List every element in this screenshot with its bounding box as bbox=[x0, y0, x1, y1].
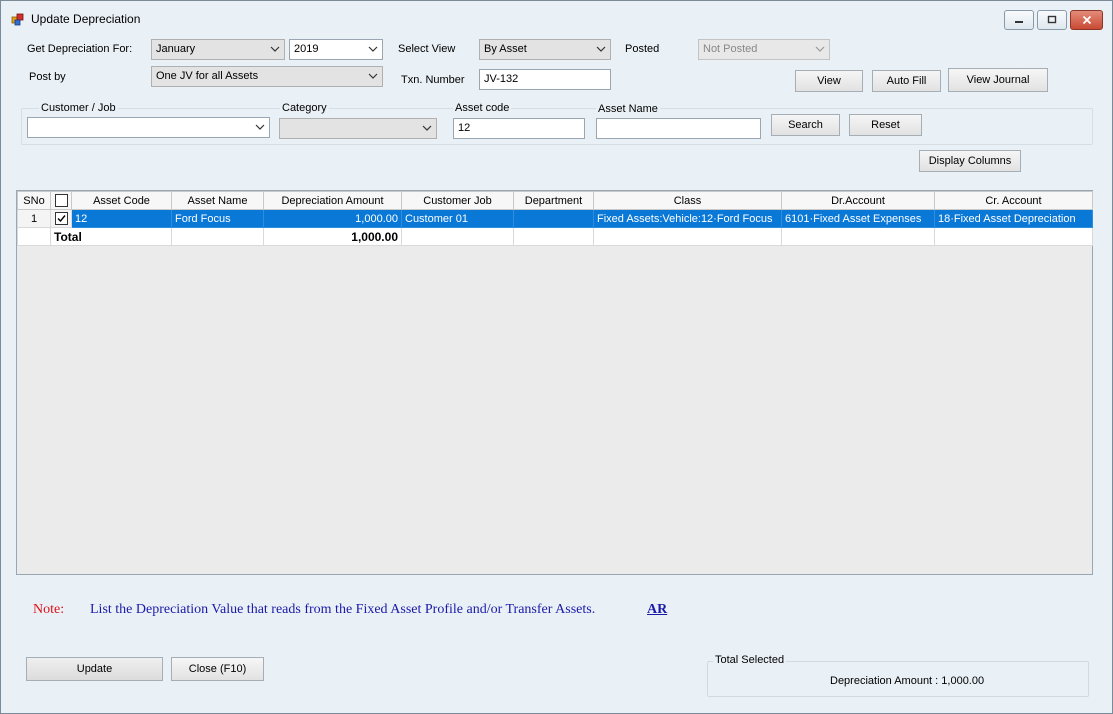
chevron-down-icon bbox=[270, 46, 280, 52]
col-asset-code[interactable]: Asset Code bbox=[71, 191, 172, 210]
row-asset-name[interactable]: Ford Focus bbox=[171, 209, 264, 228]
row-checkbox-cell[interactable] bbox=[50, 209, 72, 228]
col-depreciation-amount[interactable]: Depreciation Amount bbox=[263, 191, 402, 210]
note-text: List the Depreciation Value that reads f… bbox=[90, 602, 596, 617]
chevron-down-icon bbox=[596, 46, 606, 52]
post-by-select[interactable]: One JV for all Assets bbox=[151, 66, 383, 87]
txn-number-value: JV-132 bbox=[484, 73, 519, 85]
col-customer-job[interactable]: Customer Job bbox=[401, 191, 514, 210]
chevron-down-icon bbox=[368, 73, 378, 79]
close-button[interactable]: Close (F10) bbox=[171, 657, 264, 681]
maximize-button[interactable] bbox=[1037, 10, 1067, 30]
month-select[interactable]: January bbox=[151, 39, 285, 60]
total-row: Total 1,000.00 bbox=[17, 227, 1093, 246]
year-value: 2019 bbox=[294, 43, 319, 55]
total-selected-label: Total Selected bbox=[713, 654, 787, 666]
display-columns-button[interactable]: Display Columns bbox=[919, 150, 1021, 172]
total-label: Total bbox=[50, 227, 172, 246]
col-class[interactable]: Class bbox=[593, 191, 782, 210]
category-label: Category bbox=[280, 102, 329, 114]
chevron-down-icon bbox=[815, 46, 825, 52]
total-empty-cell bbox=[934, 227, 1093, 246]
close-window-button[interactable] bbox=[1070, 10, 1103, 30]
window-title: Update Depreciation bbox=[31, 12, 141, 26]
col-dr-account[interactable]: Dr.Account bbox=[781, 191, 935, 210]
minimize-button[interactable] bbox=[1004, 10, 1034, 30]
year-select[interactable]: 2019 bbox=[289, 39, 383, 60]
reset-button[interactable]: Reset bbox=[849, 114, 922, 136]
restore-icon bbox=[1047, 15, 1057, 24]
txn-number-input[interactable]: JV-132 bbox=[479, 69, 611, 90]
customer-job-label: Customer / Job bbox=[39, 102, 118, 114]
update-depreciation-window: Update Depreciation Get Depreciation For… bbox=[0, 0, 1113, 714]
month-value: January bbox=[156, 43, 196, 55]
total-amount: 1,000.00 bbox=[263, 227, 402, 246]
asset-code-input[interactable]: 12 bbox=[453, 118, 585, 139]
close-icon bbox=[1082, 15, 1091, 25]
view-journal-button[interactable]: View Journal bbox=[948, 68, 1048, 92]
depreciation-grid[interactable]: SNo Asset Code Asset Name Depreciation A… bbox=[16, 190, 1093, 575]
chevron-down-icon bbox=[422, 125, 432, 131]
select-all-checkbox[interactable] bbox=[54, 194, 68, 207]
row-class[interactable]: Fixed Assets:Vehicle:12·Ford Focus bbox=[593, 209, 782, 228]
col-asset-name[interactable]: Asset Name bbox=[171, 191, 264, 210]
get-depreciation-for-label: Get Depreciation For: bbox=[27, 43, 133, 55]
asset-name-label: Asset Name bbox=[596, 103, 660, 115]
note-label: Note: bbox=[33, 602, 65, 617]
select-view-dropdown[interactable]: By Asset bbox=[479, 39, 611, 60]
title-bar: Update Depreciation bbox=[1, 1, 1112, 37]
row-sno: 1 bbox=[17, 209, 51, 228]
app-icon bbox=[11, 13, 24, 26]
txn-number-label: Txn. Number bbox=[401, 74, 465, 86]
checkmark-icon bbox=[57, 215, 66, 223]
total-empty-cell bbox=[401, 227, 514, 246]
posted-dropdown: Not Posted bbox=[698, 39, 830, 60]
selected-depreciation-amount: Depreciation Amount : 1,000.00 bbox=[830, 675, 985, 687]
chevron-down-icon bbox=[368, 46, 378, 52]
posted-value: Not Posted bbox=[703, 43, 758, 55]
total-row-header bbox=[17, 227, 51, 246]
col-department[interactable]: Department bbox=[513, 191, 594, 210]
row-cr-account[interactable]: 18·Fixed Asset Depreciation bbox=[934, 209, 1093, 228]
select-view-value: By Asset bbox=[484, 43, 527, 55]
row-checkbox[interactable] bbox=[54, 212, 68, 225]
col-cr-account[interactable]: Cr. Account bbox=[934, 191, 1093, 210]
asset-code-label: Asset code bbox=[453, 102, 512, 114]
col-sno[interactable]: SNo bbox=[17, 191, 51, 210]
col-select-all[interactable] bbox=[50, 191, 72, 210]
row-asset-code[interactable]: 12 bbox=[71, 209, 172, 228]
total-empty-cell bbox=[171, 227, 264, 246]
total-empty-cell bbox=[593, 227, 782, 246]
row-customer-job[interactable]: Customer 01 bbox=[401, 209, 514, 228]
total-empty-cell bbox=[781, 227, 935, 246]
table-row[interactable]: 1 12 Ford Focus 1,000.00 Customer 01 Fix… bbox=[17, 209, 1093, 228]
customer-job-select[interactable] bbox=[27, 117, 270, 138]
post-by-label: Post by bbox=[29, 71, 66, 83]
row-dr-account[interactable]: 6101·Fixed Asset Expenses bbox=[781, 209, 935, 228]
posted-label: Posted bbox=[625, 43, 660, 55]
minimize-icon bbox=[1015, 21, 1023, 23]
post-by-value: One JV for all Assets bbox=[156, 70, 259, 82]
row-depreciation-amount[interactable]: 1,000.00 bbox=[263, 209, 402, 228]
search-button[interactable]: Search bbox=[771, 114, 840, 136]
grid-header-row: SNo Asset Code Asset Name Depreciation A… bbox=[17, 191, 1093, 210]
row-department[interactable] bbox=[513, 209, 594, 228]
total-empty-cell bbox=[513, 227, 594, 246]
view-button[interactable]: View bbox=[795, 70, 863, 92]
auto-fill-button[interactable]: Auto Fill bbox=[872, 70, 941, 92]
category-select[interactable] bbox=[279, 118, 437, 139]
ar-link[interactable]: AR bbox=[647, 602, 667, 618]
asset-name-input[interactable] bbox=[596, 118, 761, 139]
select-view-label: Select View bbox=[398, 43, 456, 55]
asset-code-value: 12 bbox=[458, 122, 471, 134]
update-button[interactable]: Update bbox=[26, 657, 163, 681]
chevron-down-icon bbox=[255, 124, 265, 130]
